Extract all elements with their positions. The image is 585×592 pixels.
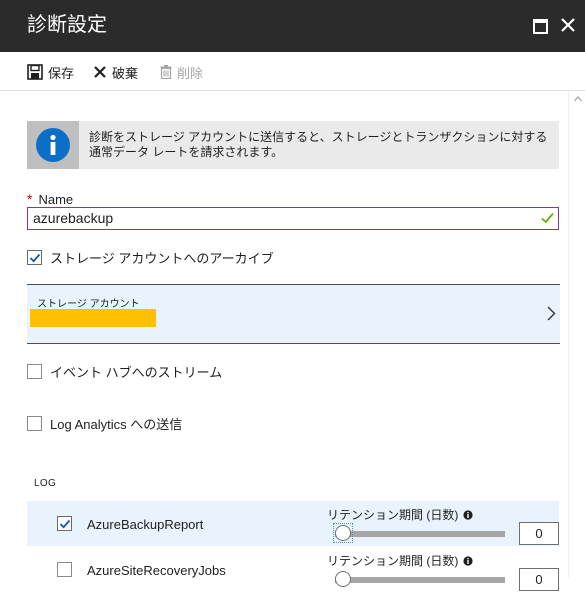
log-row-checkbox[interactable] xyxy=(57,562,72,577)
trash-icon xyxy=(160,65,172,79)
retention-slider[interactable] xyxy=(335,571,505,587)
slider-track xyxy=(335,531,505,537)
slider-thumb[interactable] xyxy=(335,571,351,587)
info-icon[interactable] xyxy=(463,555,473,566)
info-text: 診断をストレージ アカウントに送信すると、ストレージとトランザクションに対する通… xyxy=(89,130,548,159)
archive-storage-option[interactable]: ストレージ アカウントへのアーカイブ xyxy=(27,248,274,267)
info-icon-box xyxy=(27,121,79,169)
retention-label-text: リテンション期間 (日数) xyxy=(327,554,459,568)
log-analytics-option[interactable]: Log Analytics への送信 xyxy=(27,414,182,433)
log-row-checkbox[interactable] xyxy=(57,516,72,531)
required-mark: * xyxy=(27,191,33,207)
name-input[interactable]: azurebackup xyxy=(27,207,559,230)
delete-label: 削除 xyxy=(177,65,204,81)
log-category-name: AzureBackupReport xyxy=(87,517,204,532)
retention-label: リテンション期間 (日数) xyxy=(327,552,473,569)
log-category-name: AzureSiteRecoveryJobs xyxy=(87,563,226,578)
scroll-up-icon[interactable] xyxy=(574,96,582,102)
maximize-icon xyxy=(533,19,548,34)
maximize-button[interactable] xyxy=(531,16,549,34)
log-analytics-checkbox[interactable] xyxy=(27,416,42,431)
archive-storage-label: ストレージ アカウントへのアーカイブ xyxy=(50,251,274,266)
retention-label: リテンション期間 (日数) xyxy=(327,506,473,523)
checkmark-icon xyxy=(29,253,41,263)
close-button[interactable] xyxy=(559,16,577,34)
info-icon xyxy=(36,128,70,162)
redacted-storage-account-value xyxy=(30,309,156,327)
name-label: * Name xyxy=(27,191,73,207)
info-banner: 診断をストレージ アカウントに送信すると、ストレージとトランザクションに対する通… xyxy=(27,121,559,169)
retention-label-text: リテンション期間 (日数) xyxy=(327,508,459,522)
blade-title: 診断設定 xyxy=(27,14,107,36)
command-bar: 保存 破棄 削除 xyxy=(0,52,585,91)
discard-label: 破棄 xyxy=(112,65,139,81)
archive-storage-checkbox[interactable] xyxy=(27,250,42,265)
log-row-azuresiterecoveryjobs[interactable]: AzureSiteRecoveryJobs リテンション期間 (日数) 0 xyxy=(27,547,559,592)
event-hub-label: イベント ハブへのストリーム xyxy=(50,365,223,380)
valid-check-icon xyxy=(541,212,554,224)
retention-days-input[interactable]: 0 xyxy=(519,568,559,591)
log-section-header: LOG xyxy=(34,478,57,489)
discard-button[interactable]: 破棄 xyxy=(93,63,138,81)
event-hub-checkbox[interactable] xyxy=(27,364,42,379)
vertical-scrollbar[interactable] xyxy=(568,91,585,578)
discard-icon xyxy=(94,66,106,78)
save-button[interactable]: 保存 xyxy=(27,63,74,81)
name-input-value: azurebackup xyxy=(33,210,114,226)
retention-days-input[interactable]: 0 xyxy=(519,522,559,545)
storage-account-label: ストレージ アカウント xyxy=(37,299,140,310)
retention-slider[interactable] xyxy=(333,523,505,543)
blade-titlebar: 診断設定 xyxy=(0,0,585,52)
storage-account-selector[interactable]: ストレージ アカウント xyxy=(27,284,560,344)
chevron-right-icon xyxy=(547,306,556,321)
event-hub-option[interactable]: イベント ハブへのストリーム xyxy=(27,362,222,381)
checkmark-icon xyxy=(59,519,71,529)
close-icon xyxy=(561,18,575,32)
slider-thumb[interactable] xyxy=(335,525,351,541)
log-analytics-label: Log Analytics への送信 xyxy=(50,417,183,432)
info-icon[interactable] xyxy=(463,509,473,520)
save-label: 保存 xyxy=(48,65,75,81)
name-label-text: Name xyxy=(38,192,74,207)
delete-button[interactable]: 削除 xyxy=(160,63,203,81)
log-row-azurebackupreport[interactable]: AzureBackupReport リテンション期間 (日数) 0 xyxy=(27,501,559,546)
save-icon xyxy=(27,64,43,80)
